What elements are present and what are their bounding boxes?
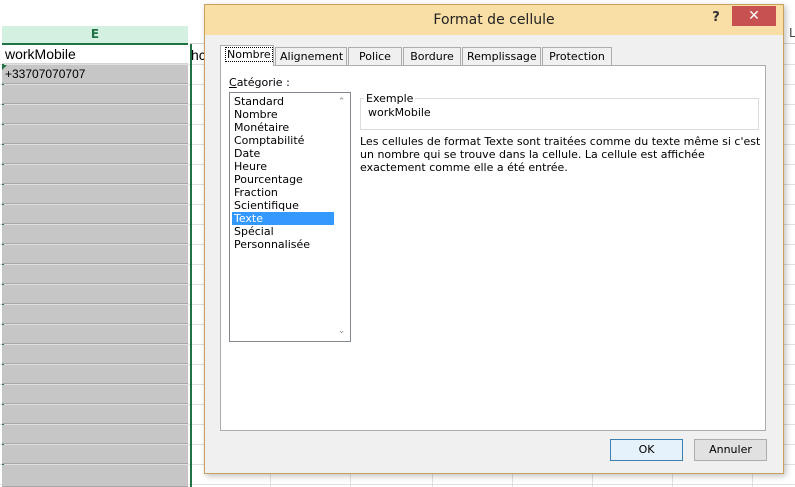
cell-empty[interactable] (2, 325, 188, 344)
scroll-down-icon[interactable]: ⌄ (335, 325, 348, 338)
cell-e1[interactable]: workMobile (2, 45, 188, 64)
cell-e2[interactable]: +33707070707 (2, 65, 188, 84)
cell-empty[interactable] (2, 385, 188, 404)
cell-empty[interactable] (2, 465, 188, 487)
tab-label: Nombre (225, 47, 273, 62)
category-label-text: atégorie : (236, 76, 290, 89)
tab-protection[interactable]: Protection (542, 47, 612, 65)
category-listbox[interactable]: Standard Nombre Monétaire Comptabilité D… (229, 92, 351, 342)
tab-label: Remplissage (467, 50, 537, 63)
category-item[interactable]: Monétaire (232, 121, 334, 134)
category-label-accesskey: C (229, 76, 237, 89)
cell-empty[interactable] (2, 185, 188, 204)
cell-empty[interactable] (2, 105, 188, 124)
cell-empty[interactable] (2, 365, 188, 384)
tab-label: Police (359, 50, 391, 63)
ok-button[interactable]: OK (610, 439, 683, 461)
tab-police[interactable]: Police (348, 47, 402, 65)
tab-label: Protection (549, 50, 605, 63)
cancel-button[interactable]: Annuler (694, 439, 767, 461)
cell-empty[interactable] (2, 285, 188, 304)
sample-legend: Exemple (364, 92, 416, 105)
scroll-up-icon[interactable]: ⌃ (335, 96, 348, 109)
dialog-title: Format de cellule (433, 12, 555, 28)
category-item[interactable]: Spécial (232, 225, 334, 238)
tab-nombre[interactable]: Nombre (220, 45, 274, 66)
cell-empty[interactable] (2, 225, 188, 244)
close-button[interactable]: ✕ (732, 6, 776, 26)
error-indicator-icon (2, 65, 7, 70)
cell-empty[interactable] (2, 85, 188, 104)
category-item[interactable]: Pourcentage (232, 173, 334, 186)
category-label: Catégorie : (229, 76, 290, 89)
cell-empty[interactable] (2, 145, 188, 164)
cell-empty[interactable] (2, 305, 188, 324)
category-item[interactable]: Scientifique (232, 199, 334, 212)
column-header-e[interactable]: E (2, 26, 188, 45)
tab-bordure[interactable]: Bordure (403, 47, 461, 65)
category-item[interactable]: Comptabilité (232, 134, 334, 147)
cell-empty[interactable] (2, 425, 188, 444)
cell-empty[interactable] (2, 345, 188, 364)
category-item[interactable]: Fraction (232, 186, 334, 199)
category-item[interactable]: Standard (232, 95, 334, 108)
tab-label: Bordure (410, 50, 454, 63)
cell-empty[interactable] (2, 205, 188, 224)
cell-empty[interactable] (2, 265, 188, 284)
cell-empty[interactable] (2, 245, 188, 264)
close-icon: ✕ (748, 8, 760, 24)
cell-empty[interactable] (2, 165, 188, 184)
category-item-selected[interactable]: Texte (232, 212, 334, 225)
tab-remplissage[interactable]: Remplissage (462, 47, 541, 65)
cell-empty[interactable] (2, 405, 188, 424)
format-cells-dialog: Format de cellule ? ✕ Nombre Alignement … (204, 4, 784, 474)
dialog-body: Nombre Alignement Police Bordure Remplis… (213, 37, 775, 465)
tab-label: Alignement (280, 50, 344, 63)
category-item[interactable]: Date (232, 147, 334, 160)
column-header-l[interactable]: L (789, 26, 795, 40)
tab-panel-nombre: Catégorie : Standard Nombre Monétaire Co… (220, 65, 766, 431)
help-button[interactable]: ? (705, 8, 727, 28)
category-item[interactable]: Personnalisée (232, 238, 334, 251)
category-item[interactable]: Nombre (232, 108, 334, 121)
format-description: Les cellules de format Texte sont traité… (360, 135, 761, 174)
cell-e2-value: +33707070707 (5, 67, 86, 81)
tab-alignement[interactable]: Alignement (275, 47, 347, 65)
cell-empty[interactable] (2, 445, 188, 464)
category-item[interactable]: Heure (232, 160, 334, 173)
sample-group: Exemple workMobile (360, 92, 760, 130)
cell-empty[interactable] (2, 125, 188, 144)
sample-value: workMobile (368, 106, 431, 119)
